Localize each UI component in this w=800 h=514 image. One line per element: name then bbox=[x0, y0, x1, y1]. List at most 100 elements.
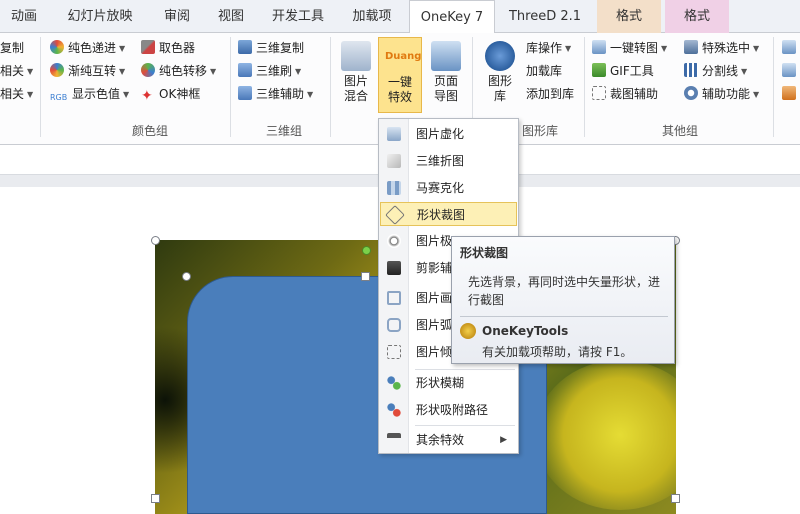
tab-slideshow[interactable]: 幻灯片放映 bbox=[52, 0, 148, 33]
ribbon-item-gif-tool[interactable]: GIF工具 bbox=[592, 61, 654, 81]
ribbon-item-partial-right-2[interactable] bbox=[782, 61, 800, 81]
menu-separator bbox=[415, 369, 515, 370]
group-label-color: 颜色组 bbox=[131, 124, 168, 138]
special-select-icon bbox=[684, 40, 698, 54]
tooltip-title: 形状裁图 bbox=[460, 246, 509, 260]
ribbon-item-partial-right-1[interactable] bbox=[782, 38, 800, 58]
tab-threed[interactable]: ThreeD 2.1 bbox=[499, 0, 591, 33]
3d-layers-icon bbox=[238, 40, 252, 54]
ribbon-item-color-picker[interactable]: 取色器 bbox=[141, 38, 195, 58]
shape-crop-icon bbox=[385, 205, 405, 225]
one-click-effects-button[interactable]: Duang 一键特效 bbox=[378, 37, 422, 113]
ribbon-item-gradient-swap[interactable]: 渐纯互转 ▼ bbox=[50, 61, 125, 81]
ok-frame-icon: ✦ bbox=[141, 88, 153, 104]
3d-assist-icon bbox=[238, 86, 252, 100]
tab-format-picture[interactable]: 格式 bbox=[665, 0, 729, 33]
duang-icon: Duang bbox=[385, 51, 422, 62]
resize-handle[interactable] bbox=[361, 272, 370, 281]
submenu-arrow-icon: ▶ bbox=[500, 435, 507, 445]
ribbon-tab-bar: 动画 幻灯片放映 审阅 视图 开发工具 加载项 OneKey 7 ThreeD … bbox=[0, 0, 800, 34]
tab-developer[interactable]: 开发工具 bbox=[260, 0, 336, 33]
group-label-3d: 三维组 bbox=[265, 124, 302, 138]
resize-handle[interactable] bbox=[671, 494, 680, 503]
menu-item-shape-snap-path[interactable]: 形状吸附路径 bbox=[380, 398, 517, 422]
tooltip-separator bbox=[460, 316, 668, 317]
menu-item-shape-crop[interactable]: 形状裁图 bbox=[380, 202, 517, 226]
shape-library-button[interactable]: 图形库 bbox=[478, 37, 522, 113]
shape-blur-icon bbox=[387, 376, 401, 390]
menu-item-blur[interactable]: 图片虚化 bbox=[380, 122, 517, 146]
resize-handle[interactable] bbox=[151, 494, 160, 503]
image-blend-icon bbox=[341, 41, 371, 71]
menu-separator bbox=[415, 425, 515, 426]
ribbon-item-color-transfer[interactable]: 纯色转移 ▼ bbox=[141, 61, 216, 81]
group-label-shape-library: 图形库 bbox=[521, 124, 558, 138]
page-export-icon bbox=[431, 41, 461, 71]
color-swap-icon bbox=[50, 63, 64, 77]
menu-item-shape-blur[interactable]: 形状模糊 bbox=[380, 371, 517, 395]
photo-highlight bbox=[535, 360, 676, 510]
resize-handle[interactable] bbox=[151, 236, 160, 245]
partial-icon bbox=[782, 63, 796, 77]
fold-icon bbox=[387, 154, 401, 168]
color-wheel-icon bbox=[50, 40, 64, 54]
ribbon-item-copy-partial[interactable]: 复制 bbox=[0, 38, 24, 58]
polar-icon bbox=[387, 234, 401, 248]
ribbon-item-add-to-library[interactable]: 添加到库 bbox=[526, 84, 574, 104]
ribbon-item-related-partial-1[interactable]: 相关 ▼ bbox=[0, 61, 33, 81]
onekeytools-gear-icon bbox=[460, 323, 476, 339]
blur-icon bbox=[387, 127, 401, 141]
arc-icon bbox=[387, 318, 401, 332]
tilt-icon bbox=[387, 345, 401, 359]
ribbon-item-crop-assist[interactable]: 裁图辅助 bbox=[592, 84, 658, 104]
ribbon-item-library-ops[interactable]: 库操作 ▼ bbox=[526, 38, 571, 58]
page-to-image-button[interactable]: 页面导图 bbox=[424, 37, 468, 113]
resize-handle[interactable] bbox=[182, 272, 191, 281]
menu-item-other-effects[interactable]: 其余特效 ▶ bbox=[380, 428, 517, 452]
eyedropper-icon bbox=[141, 40, 155, 54]
mosaic-icon bbox=[387, 181, 401, 195]
grid-split-icon bbox=[684, 63, 698, 77]
ribbon-item-divider-line[interactable]: 分割线 ▼ bbox=[684, 61, 747, 81]
ribbon-item-gradient-step[interactable]: 纯色递进 ▼ bbox=[50, 38, 125, 58]
menu-item-mosaic[interactable]: 马赛克化 bbox=[380, 176, 517, 200]
ribbon-item-load-library[interactable]: 加载库 bbox=[526, 61, 562, 81]
crop-assist-icon bbox=[592, 86, 606, 100]
3d-cube-icon bbox=[238, 63, 252, 77]
ribbon-item-3d-assist[interactable]: 三维辅助 ▼ bbox=[238, 84, 313, 104]
image-blend-button[interactable]: 图片混合 bbox=[334, 37, 378, 113]
tooltip-footer-title: OneKeyTools bbox=[482, 324, 569, 338]
snap-path-icon bbox=[387, 403, 401, 417]
menu-item-3d-fold[interactable]: 三维折图 bbox=[380, 149, 517, 173]
tooltip-body: 先选背景，再同时选中矢量形状，进行截图 bbox=[468, 275, 661, 307]
hat-icon bbox=[387, 433, 401, 443]
group-label-other: 其他组 bbox=[661, 124, 698, 138]
tab-format-drawing[interactable]: 格式 bbox=[597, 0, 661, 33]
ribbon-item-special-select[interactable]: 特殊选中 ▼ bbox=[684, 38, 759, 58]
shape-library-icon bbox=[485, 41, 515, 71]
ribbon-item-one-click-to-image[interactable]: 一键转图 ▼ bbox=[592, 38, 667, 58]
ribbon-item-partial-right-3[interactable] bbox=[782, 84, 800, 104]
ribbon-item-show-color-value[interactable]: RGB 显示色值 ▼ bbox=[50, 84, 129, 104]
tooltip-shape-crop: 形状裁图 先选背景，再同时选中矢量形状，进行截图 OneKeyTools 有关加… bbox=[451, 236, 675, 364]
ribbon-item-assist-functions[interactable]: 辅助功能 ▼ bbox=[684, 84, 759, 104]
rgb-icon: RGB bbox=[50, 93, 68, 102]
group-divider bbox=[584, 37, 585, 137]
tab-onekey7[interactable]: OneKey 7 bbox=[409, 0, 495, 34]
convert-image-icon bbox=[592, 40, 606, 54]
tab-review[interactable]: 审阅 bbox=[152, 0, 202, 33]
ribbon-item-related-partial-2[interactable]: 相关 ▼ bbox=[0, 84, 33, 104]
ribbon-item-3d-copy[interactable]: 三维复制 bbox=[238, 38, 304, 58]
rotation-handle[interactable] bbox=[362, 246, 371, 255]
frame-icon bbox=[387, 291, 401, 305]
tab-view[interactable]: 视图 bbox=[206, 0, 256, 33]
silhouette-icon bbox=[387, 261, 401, 275]
partial-icon bbox=[782, 86, 796, 100]
partial-icon bbox=[782, 40, 796, 54]
ribbon-item-3d-brush[interactable]: 三维刷 ▼ bbox=[238, 61, 301, 81]
group-divider bbox=[330, 37, 331, 137]
ribbon-item-ok-frame[interactable]: ✦ OK神框 bbox=[141, 84, 200, 104]
tooltip-footer-help: 有关加载项帮助，请按 F1。 bbox=[482, 345, 633, 359]
tab-addins[interactable]: 加载项 bbox=[340, 0, 404, 33]
tab-animation[interactable]: 动画 bbox=[0, 0, 48, 33]
